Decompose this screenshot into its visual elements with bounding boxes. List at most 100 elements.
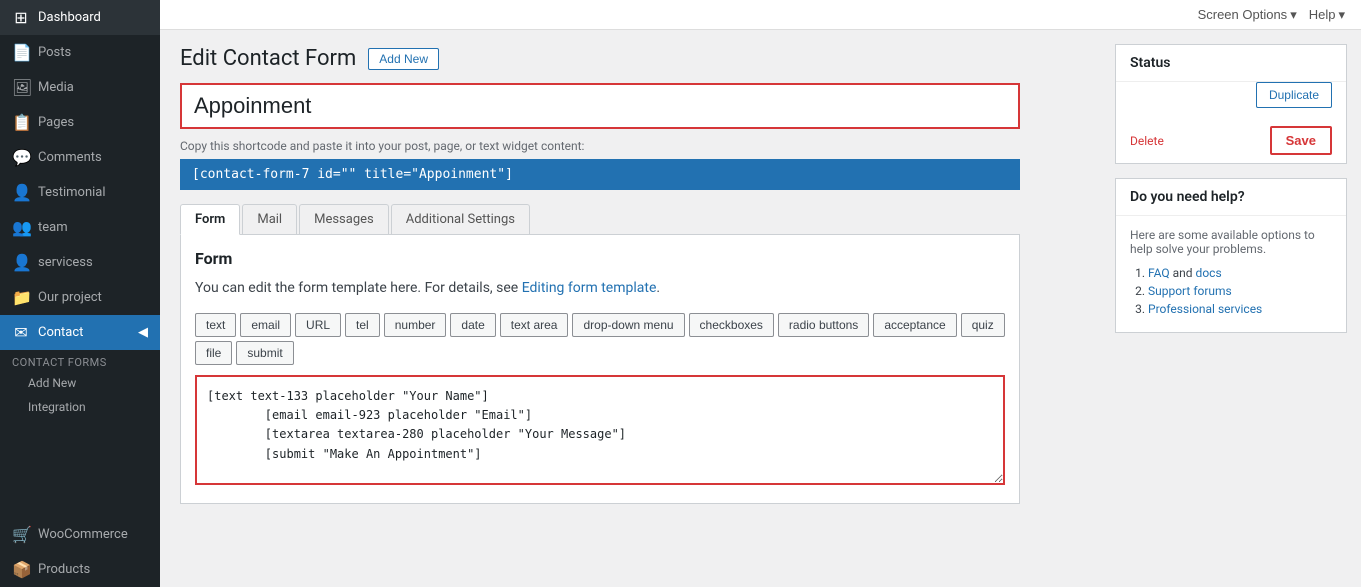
- sidebar-item-comments[interactable]: 💬 Comments: [0, 140, 160, 175]
- sidebar-item-woocommerce[interactable]: 🛒 WooCommerce: [0, 517, 160, 552]
- help-text-part2: .: [656, 280, 660, 296]
- sidebar-item-label: team: [38, 220, 68, 235]
- tag-button-file[interactable]: file: [195, 341, 232, 365]
- professional-services-link[interactable]: Professional services: [1148, 302, 1262, 316]
- delete-link[interactable]: Delete: [1130, 134, 1164, 148]
- docs-link[interactable]: docs: [1196, 266, 1222, 280]
- sidebar-item-testimonial[interactable]: 👤 Testimonial: [0, 175, 160, 210]
- comments-icon: 💬: [12, 148, 30, 167]
- contact-icon: ✉: [12, 323, 30, 342]
- status-actions: Delete Save: [1116, 118, 1346, 163]
- help-box-content: Here are some available options to help …: [1116, 216, 1346, 332]
- tag-button-submit[interactable]: submit: [236, 341, 293, 365]
- sidebar-item-dashboard[interactable]: ⊞ Dashboard: [0, 0, 160, 35]
- save-button[interactable]: Save: [1270, 126, 1332, 155]
- screen-options-button[interactable]: Screen Options ▾: [1198, 7, 1297, 23]
- tag-button-quiz[interactable]: quiz: [961, 313, 1005, 337]
- status-box-title: Status: [1116, 45, 1346, 82]
- contact-arrow: ◀: [138, 325, 148, 340]
- help-label: Help: [1309, 7, 1336, 22]
- tag-button-drop-down-menu[interactable]: drop-down menu: [572, 313, 684, 337]
- tag-button-date[interactable]: date: [450, 313, 495, 337]
- editing-form-template-link[interactable]: Editing form template: [522, 280, 657, 296]
- help-button[interactable]: Help ▾: [1309, 7, 1345, 23]
- topbar: Screen Options ▾ Help ▾: [160, 0, 1361, 30]
- sidebar-item-team[interactable]: 👥 team: [0, 210, 160, 245]
- tag-button-checkboxes[interactable]: checkboxes: [689, 313, 774, 337]
- page-header: Edit Contact Form Add New: [180, 46, 1081, 71]
- form-help-text: You can edit the form template here. For…: [195, 278, 1005, 299]
- sidebar-item-label: Testimonial: [38, 185, 106, 200]
- and-text: and: [1173, 266, 1196, 280]
- form-panel-title: Form: [195, 249, 1005, 268]
- tag-button-URL[interactable]: URL: [295, 313, 341, 337]
- tag-button-tel[interactable]: tel: [345, 313, 380, 337]
- contact-forms-section: Contact Forms: [0, 350, 160, 371]
- project-icon: 📁: [12, 288, 30, 307]
- sidebar-item-label: Dashboard: [38, 10, 101, 25]
- page-title: Edit Contact Form: [180, 46, 356, 71]
- products-icon: 📦: [12, 560, 30, 579]
- help-meta-box: Do you need help? Here are some availabl…: [1115, 178, 1347, 333]
- form-panel: Form You can edit the form template here…: [180, 235, 1020, 504]
- tab-mail[interactable]: Mail: [242, 204, 297, 234]
- sidebar-item-media[interactable]: 🖼 Media: [0, 70, 160, 105]
- tag-button-text-area[interactable]: text area: [500, 313, 569, 337]
- tag-button-radio-buttons[interactable]: radio buttons: [778, 313, 869, 337]
- servicess-icon: 👤: [12, 253, 30, 272]
- sidebar-item-label: Products: [38, 562, 90, 577]
- tag-button-text[interactable]: text: [195, 313, 236, 337]
- shortcode-hint: Copy this shortcode and paste it into yo…: [180, 139, 1081, 153]
- tag-button-acceptance[interactable]: acceptance: [873, 313, 956, 337]
- main-content: Edit Contact Form Add New Copy this shor…: [160, 30, 1101, 587]
- main-area: Screen Options ▾ Help ▾ Edit Contact For…: [160, 0, 1361, 587]
- tag-button-email[interactable]: email: [240, 313, 291, 337]
- shortcode-bar[interactable]: [contact-form-7 id="" title="Appoinment"…: [180, 159, 1020, 190]
- sidebar-item-label: Our project: [38, 290, 102, 305]
- sidebar-item-label: Media: [38, 80, 74, 95]
- sidebar-item-label: WooCommerce: [38, 527, 128, 542]
- help-arrow-icon: ▾: [1338, 7, 1345, 23]
- right-sidebar: Status Duplicate Delete Save Do you need…: [1101, 30, 1361, 587]
- support-forums-link[interactable]: Support forums: [1148, 284, 1232, 298]
- sidebar-sub-integration[interactable]: Integration: [0, 395, 160, 419]
- form-title-input[interactable]: [180, 83, 1020, 129]
- help-list-item-2: Support forums: [1148, 284, 1332, 298]
- tab-messages[interactable]: Messages: [299, 204, 389, 234]
- sidebar-item-label: Pages: [38, 115, 74, 130]
- sidebar-item-label: servicess: [38, 255, 93, 270]
- help-description: Here are some available options to help …: [1130, 228, 1332, 256]
- woocommerce-icon: 🛒: [12, 525, 30, 544]
- form-tabs: Form Mail Messages Additional Settings: [180, 204, 1020, 235]
- tab-additional-settings[interactable]: Additional Settings: [391, 204, 530, 234]
- screen-options-label: Screen Options: [1198, 7, 1288, 22]
- tab-form[interactable]: Form: [180, 204, 240, 235]
- duplicate-button[interactable]: Duplicate: [1256, 82, 1332, 108]
- testimonial-icon: 👤: [12, 183, 30, 202]
- media-icon: 🖼: [12, 78, 30, 97]
- screen-options-arrow-icon: ▾: [1290, 7, 1297, 23]
- sidebar: ⊞ Dashboard 📄 Posts 🖼 Media 📋 Pages 💬 Co…: [0, 0, 160, 587]
- sidebar-item-contact[interactable]: ✉ Contact ◀: [0, 315, 160, 350]
- tag-button-number[interactable]: number: [384, 313, 447, 337]
- content-wrap: Edit Contact Form Add New Copy this shor…: [160, 30, 1361, 587]
- help-box-title: Do you need help?: [1116, 179, 1346, 216]
- sidebar-item-pages[interactable]: 📋 Pages: [0, 105, 160, 140]
- sidebar-item-servicess[interactable]: 👤 servicess: [0, 245, 160, 280]
- help-text-part1: You can edit the form template here. For…: [195, 280, 522, 296]
- sidebar-item-label: Comments: [38, 150, 102, 165]
- add-new-button[interactable]: Add New: [368, 48, 439, 70]
- status-meta-box: Status Duplicate Delete Save: [1115, 44, 1347, 164]
- sidebar-item-label: Posts: [38, 45, 71, 60]
- sidebar-sub-add-new[interactable]: Add New: [0, 371, 160, 395]
- sidebar-item-products[interactable]: 📦 Products: [0, 552, 160, 587]
- team-icon: 👥: [12, 218, 30, 237]
- sidebar-item-label: Contact: [38, 325, 83, 340]
- sidebar-item-our-project[interactable]: 📁 Our project: [0, 280, 160, 315]
- code-editor[interactable]: [text text-133 placeholder "Your Name"] …: [195, 375, 1005, 485]
- help-list-item-3: Professional services: [1148, 302, 1332, 316]
- dashboard-icon: ⊞: [12, 8, 30, 27]
- faq-link[interactable]: FAQ: [1148, 266, 1170, 280]
- help-list-item-1: FAQ and docs: [1148, 266, 1332, 280]
- sidebar-item-posts[interactable]: 📄 Posts: [0, 35, 160, 70]
